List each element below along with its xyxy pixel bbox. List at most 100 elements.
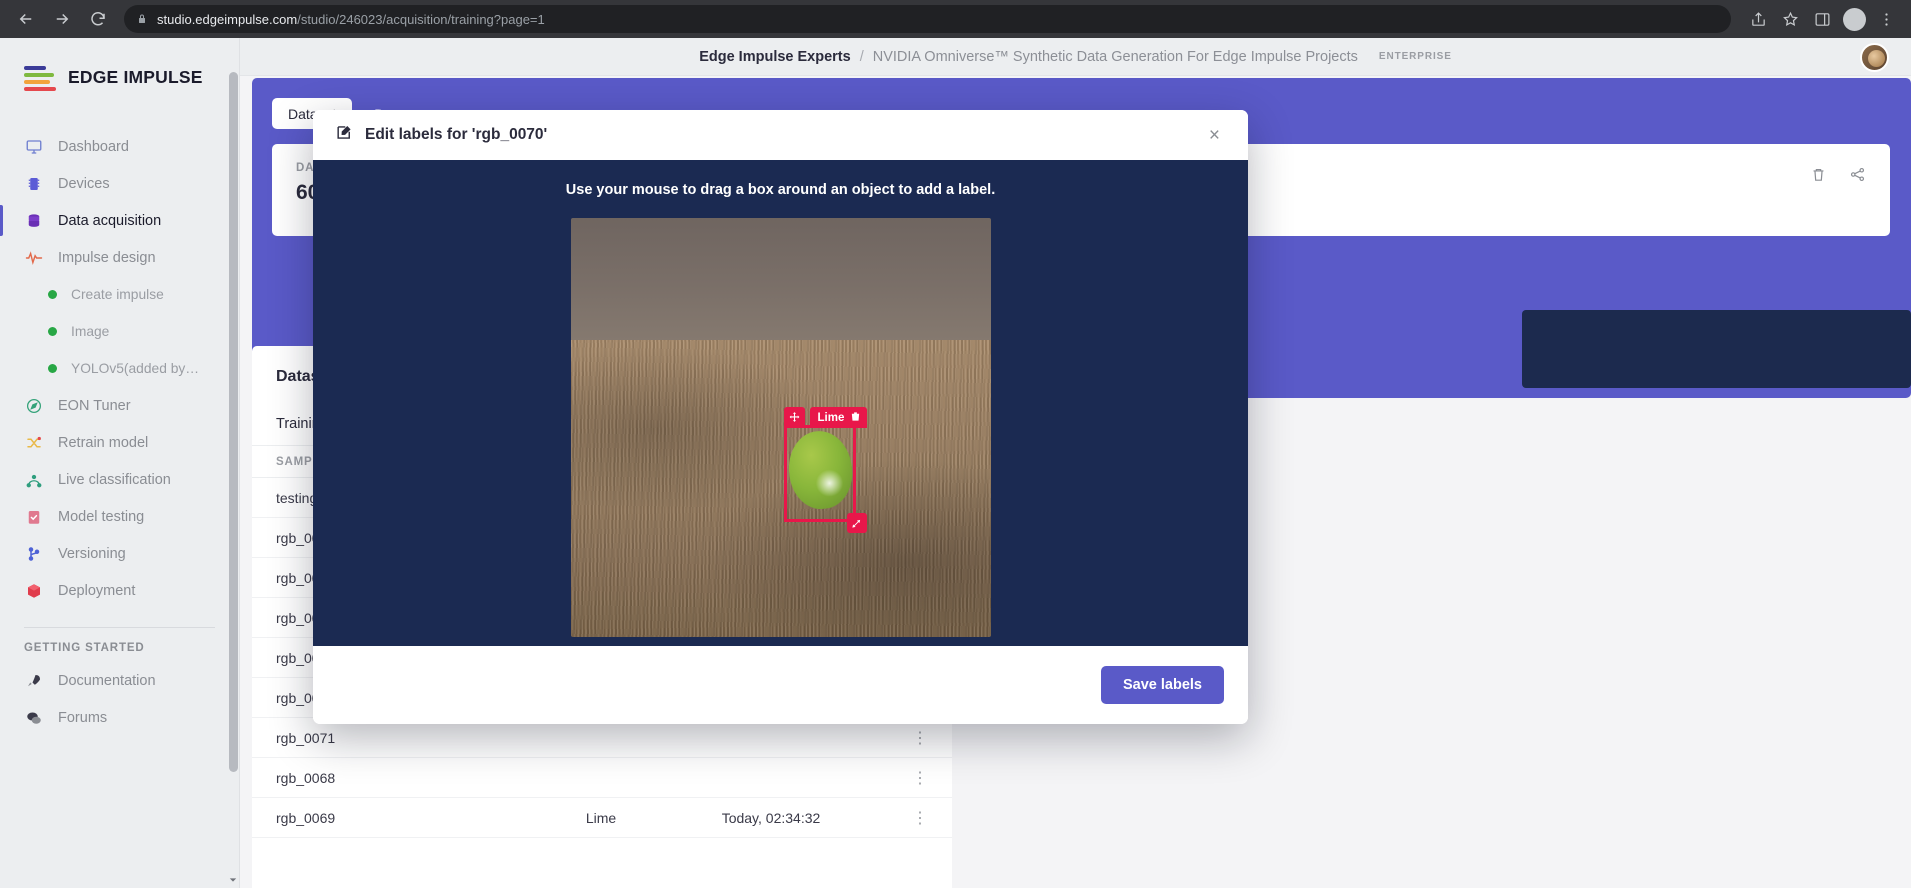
sidebar-item-label: Dashboard — [58, 138, 129, 155]
sidebar-item-devices[interactable]: Devices — [0, 165, 239, 202]
graph-icon — [24, 470, 44, 490]
bounding-box[interactable]: Lime — [783, 407, 868, 533]
dark-info-band — [1522, 310, 1911, 388]
row-menu-icon[interactable]: ⋮ — [856, 808, 928, 828]
sidebar-scrollbar[interactable] — [227, 38, 239, 888]
branch-icon — [24, 544, 44, 564]
back-arrow-icon[interactable] — [10, 3, 42, 35]
sidebar-item-label: Data acquisition — [58, 212, 162, 229]
chat-icon — [24, 708, 44, 728]
sidebar-subitem-label: Create impulse — [71, 287, 164, 302]
sidebar-item-versioning[interactable]: Versioning — [0, 535, 239, 572]
cell-sample-name: rgb_0068 — [276, 769, 336, 786]
side-panel-icon[interactable] — [1807, 4, 1837, 34]
app-root: EDGE IMPULSE Dashboard Devices Data acqu… — [0, 38, 1911, 888]
clipboard-check-icon — [24, 507, 44, 527]
share-icon[interactable] — [1743, 4, 1773, 34]
modal-title: Edit labels for 'rgb_0070' — [365, 126, 548, 143]
chip-icon — [24, 174, 44, 194]
sidebar-divider — [24, 627, 215, 628]
table-row[interactable]: rgb_0068 ⋮ — [252, 758, 952, 798]
sidebar-item-label: Impulse design — [58, 249, 156, 266]
bounding-box-label-text: Lime — [817, 411, 845, 424]
row-menu-icon[interactable]: ⋮ — [856, 728, 928, 748]
status-dot-icon — [48, 364, 57, 373]
resize-handle-icon[interactable] — [846, 513, 867, 533]
label-canvas[interactable]: Lime — [570, 218, 991, 637]
monitor-icon — [24, 137, 44, 157]
modal-hint-text: Use your mouse to drag a box around an o… — [565, 182, 996, 198]
edge-impulse-logo-icon — [24, 64, 58, 91]
cell-sample-name: rgb_0069 — [276, 809, 336, 826]
sidebar: EDGE IMPULSE Dashboard Devices Data acqu… — [0, 38, 240, 888]
status-dot-icon — [48, 327, 57, 336]
kebab-menu-icon[interactable] — [1871, 4, 1901, 34]
reload-icon[interactable] — [82, 3, 114, 35]
sidebar-subitem-yolov5[interactable]: YOLOv5(added by S... — [0, 350, 239, 387]
rocket-icon — [24, 671, 44, 691]
brand-logo[interactable]: EDGE IMPULSE — [0, 38, 239, 91]
scroll-down-arrow-icon[interactable] — [228, 874, 238, 886]
getting-started-nav: Documentation Forums — [0, 662, 239, 736]
table-row[interactable]: rgb_0069 Lime Today, 02:34:32 ⋮ — [252, 798, 952, 838]
sidebar-item-label: Forums — [58, 709, 108, 726]
sidebar-item-retrain-model[interactable]: Retrain model — [0, 424, 239, 461]
breadcrumb-org[interactable]: Edge Impulse Experts — [699, 49, 851, 65]
save-labels-button[interactable]: Save labels — [1101, 666, 1224, 704]
url-domain: studio.edgeimpulse.com — [157, 11, 298, 27]
sidebar-item-label: Versioning — [58, 545, 126, 562]
sidebar-item-label: Documentation — [58, 672, 156, 689]
enterprise-badge: ENTERPRISE — [1378, 51, 1452, 62]
sidebar-item-label: Live classification — [58, 471, 171, 488]
sidebar-item-deployment[interactable]: Deployment — [0, 572, 239, 609]
modal-footer: Save labels — [313, 646, 1248, 724]
brand-name: EDGE IMPULSE — [68, 66, 203, 87]
status-dot-icon — [48, 290, 57, 299]
box-icon — [24, 581, 44, 601]
bounding-box-label[interactable]: Lime — [809, 407, 868, 428]
sidebar-item-dashboard[interactable]: Dashboard — [0, 128, 239, 165]
sidebar-item-data-acquisition[interactable]: Data acquisition — [0, 202, 239, 239]
lock-icon — [136, 13, 148, 25]
share-nodes-icon[interactable] — [1849, 166, 1866, 188]
sidebar-item-model-testing[interactable]: Model testing — [0, 498, 239, 535]
sidebar-subitem-create-impulse[interactable]: Create impulse — [0, 276, 239, 313]
url-path: /studio/246023/acquisition/training?page… — [297, 11, 545, 27]
edit-labels-modal: Edit labels for 'rgb_0070' × Use your mo… — [313, 110, 1248, 724]
breadcrumb-project[interactable]: NVIDIA Omniverse™ Synthetic Data Generat… — [873, 49, 1358, 65]
compass-icon — [24, 396, 44, 416]
star-icon[interactable] — [1775, 4, 1805, 34]
sidebar-item-live-classification[interactable]: Live classification — [0, 461, 239, 498]
move-icon[interactable] — [783, 407, 805, 428]
sidebar-item-eon-tuner[interactable]: EON Tuner — [0, 387, 239, 424]
profile-icon[interactable] — [1839, 4, 1869, 34]
avatar[interactable] — [1860, 43, 1889, 72]
modal-header: Edit labels for 'rgb_0070' × — [313, 110, 1248, 160]
row-menu-icon[interactable]: ⋮ — [856, 768, 928, 788]
primary-nav: Dashboard Devices Data acquisition Impul… — [0, 128, 239, 609]
sidebar-item-forums[interactable]: Forums — [0, 699, 239, 736]
table-row[interactable]: rgb_0071 ⋮ — [252, 718, 952, 758]
sidebar-item-documentation[interactable]: Documentation — [0, 662, 239, 699]
modal-body: Use your mouse to drag a box around an o… — [313, 160, 1248, 646]
top-header: Edge Impulse Experts / NVIDIA Omniverse™… — [240, 38, 1911, 76]
pulse-icon — [24, 248, 44, 268]
sidebar-subitem-label: Image — [71, 324, 110, 339]
delete-icon[interactable] — [1810, 166, 1827, 188]
close-icon[interactable]: × — [1203, 122, 1226, 149]
bounding-box-toolbar: Lime — [783, 407, 868, 428]
sidebar-item-impulse-design[interactable]: Impulse design — [0, 239, 239, 276]
sidebar-scrollbar-thumb[interactable] — [229, 72, 238, 772]
trash-icon[interactable] — [850, 411, 861, 425]
breadcrumb-separator: / — [859, 48, 864, 65]
sidebar-subitem-image[interactable]: Image — [0, 313, 239, 350]
chrome-actions — [1743, 4, 1901, 34]
edit-pencil-icon — [335, 123, 354, 147]
address-bar[interactable]: studio.edgeimpulse.com/studio/246023/acq… — [124, 5, 1731, 33]
sidebar-item-label: Model testing — [58, 508, 145, 525]
sidebar-subitem-label: YOLOv5(added by S... — [71, 361, 201, 376]
sidebar-item-label: Retrain model — [58, 434, 149, 451]
photo-background-upper — [570, 218, 991, 340]
url-text: studio.edgeimpulse.com/studio/246023/acq… — [157, 12, 545, 27]
forward-arrow-icon[interactable] — [46, 3, 78, 35]
